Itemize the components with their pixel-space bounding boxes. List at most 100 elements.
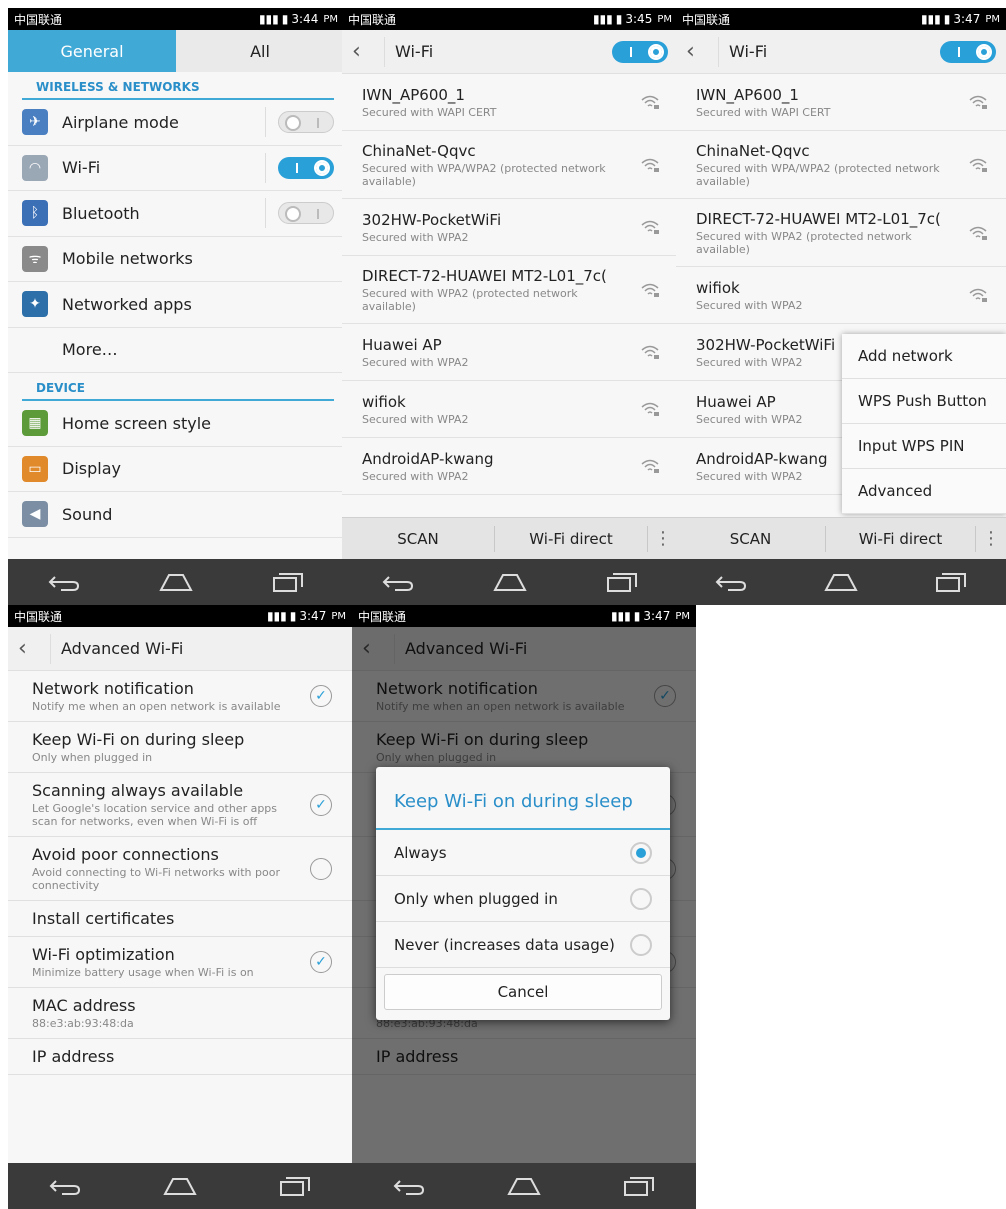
setting-title: Avoid poor connections bbox=[32, 845, 219, 864]
menu-item-wps-push[interactable]: WPS Push Button bbox=[842, 379, 1006, 424]
toggle-switch[interactable] bbox=[278, 202, 334, 225]
scan-button[interactable]: SCAN bbox=[676, 530, 825, 548]
radio-button[interactable] bbox=[630, 933, 652, 956]
recents-nav-icon[interactable] bbox=[934, 571, 968, 593]
nav-bar bbox=[342, 559, 678, 605]
settings-row[interactable]: More… bbox=[8, 328, 344, 373]
scan-button[interactable]: SCAN bbox=[342, 530, 494, 548]
settings-row[interactable]: ᯤ Mobile networks bbox=[8, 237, 344, 282]
checkmark-icon[interactable]: ✓ bbox=[310, 793, 332, 816]
wifi-direct-button[interactable]: Wi-Fi direct bbox=[826, 530, 975, 548]
wifi-network-row[interactable]: AndroidAP-kwang Secured with WPA2 bbox=[342, 438, 678, 495]
wifi-direct-button[interactable]: Wi-Fi direct bbox=[495, 530, 647, 548]
settings-row[interactable]: ▭ Display bbox=[8, 447, 344, 492]
radio-button[interactable] bbox=[630, 887, 652, 910]
back-arrow-icon[interactable]: ‹ bbox=[352, 39, 374, 64]
recents-nav-icon[interactable] bbox=[605, 571, 639, 593]
network-security: Secured with WPA2 (protected network ava… bbox=[696, 229, 912, 256]
settings-row[interactable]: ◠ Wi-Fi bbox=[8, 146, 344, 191]
tab-all[interactable]: All bbox=[176, 30, 344, 72]
cancel-button[interactable]: Cancel bbox=[384, 974, 662, 1010]
back-nav-icon[interactable] bbox=[392, 1175, 426, 1197]
bluetooth-icon: ᛒ bbox=[22, 200, 48, 227]
back-nav-icon[interactable] bbox=[381, 571, 415, 593]
wifi-network-row[interactable]: DIRECT-72-HUAWEI MT2-L01_7c(Secured with… bbox=[676, 199, 1006, 267]
advanced-setting-row[interactable]: Wi-Fi optimization Minimize battery usage… bbox=[8, 937, 352, 988]
back-nav-icon[interactable] bbox=[714, 571, 748, 593]
wifi-network-row[interactable]: wifiok Secured with WPA2 bbox=[342, 381, 678, 438]
page-title: Wi-Fi bbox=[395, 42, 434, 61]
toggle-switch[interactable] bbox=[278, 156, 334, 179]
wifi-network-row[interactable]: 302HW-PocketWiFi Secured with WPA2 bbox=[342, 199, 678, 256]
wifi-signal-locked-icon bbox=[968, 157, 988, 173]
section-wireless-header: WIRELESS & NETWORKS bbox=[22, 72, 334, 100]
wifi-toggle[interactable] bbox=[612, 40, 668, 63]
apps-icon: ✦ bbox=[22, 291, 48, 318]
dialog-option[interactable]: Never (increases data usage) bbox=[376, 922, 670, 968]
back-nav-icon[interactable] bbox=[48, 1175, 82, 1197]
advanced-setting-row[interactable]: Network notification Notify me when an op… bbox=[8, 671, 352, 722]
checkmark-icon[interactable]: ✓ bbox=[310, 951, 332, 973]
menu-item-advanced[interactable]: Advanced bbox=[842, 469, 1006, 514]
settings-row[interactable]: ▦ Home screen style bbox=[8, 401, 344, 447]
setting-title: Keep Wi-Fi on during sleep bbox=[32, 730, 245, 749]
wifi-icon: ◠ bbox=[22, 154, 48, 181]
overflow-menu-icon[interactable]: ⋮ bbox=[976, 528, 1006, 549]
checkmark-icon[interactable]: ✓ bbox=[310, 685, 332, 707]
network-security: Secured with WPA2 (protected network ava… bbox=[362, 286, 578, 313]
setting-title: MAC address bbox=[32, 996, 136, 1015]
wifi-network-row[interactable]: ChinaNet-Qqvc Secured with WPA/WPA2 (prot… bbox=[342, 131, 678, 199]
wifi-network-row[interactable]: wifiok Secured with WPA2 bbox=[676, 267, 1006, 324]
settings-row[interactable]: ✦ Networked apps bbox=[8, 282, 344, 328]
wifi-network-row[interactable]: DIRECT-72-HUAWEI MT2-L01_7c(Secured with… bbox=[342, 256, 678, 324]
wifi-network-row[interactable]: IWN_AP600_1 Secured with WAPI CERT bbox=[342, 74, 678, 131]
section-device-header: DEVICE bbox=[22, 373, 334, 401]
signal-icon: ▮▮▮ bbox=[258, 12, 279, 26]
recents-nav-icon[interactable] bbox=[622, 1175, 656, 1197]
home-nav-icon[interactable] bbox=[824, 571, 858, 593]
status-bar: 中国联通 ▮▮▮ ▮ 3:47 PM bbox=[352, 605, 696, 627]
dialog-option[interactable]: Always bbox=[376, 830, 670, 876]
advanced-setting-row[interactable]: MAC address 88:e3:ab:93:48:da bbox=[8, 988, 352, 1039]
settings-row[interactable]: ✈ Airplane mode bbox=[8, 100, 344, 146]
overflow-menu-icon[interactable]: ⋮ bbox=[648, 528, 678, 549]
wifi-signal-locked-icon bbox=[640, 94, 660, 110]
home-nav-icon[interactable] bbox=[159, 571, 193, 593]
wifi-network-row[interactable]: ChinaNet-Qqvc Secured with WPA/WPA2 (prot… bbox=[676, 131, 1006, 199]
wifi-network-row[interactable]: Huawei AP Secured with WPA2 bbox=[342, 324, 678, 381]
wifi-toggle[interactable] bbox=[940, 40, 996, 63]
advanced-setting-row[interactable]: Avoid poor connections Avoid connecting t… bbox=[8, 837, 352, 901]
back-arrow-icon[interactable]: ‹ bbox=[18, 636, 40, 661]
network-name: wifiok bbox=[696, 278, 740, 297]
network-name: IWN_AP600_1 bbox=[696, 85, 799, 104]
recents-nav-icon[interactable] bbox=[271, 571, 305, 593]
home-nav-icon[interactable] bbox=[493, 571, 527, 593]
home-style-icon: ▦ bbox=[22, 410, 48, 437]
settings-row[interactable]: ᛒ Bluetooth bbox=[8, 191, 344, 237]
toggle-switch[interactable] bbox=[278, 111, 334, 134]
settings-row-label: Mobile networks bbox=[62, 249, 193, 269]
advanced-setting-row[interactable]: Keep Wi-Fi on during sleep Only when plug… bbox=[8, 722, 352, 773]
back-nav-icon[interactable] bbox=[47, 571, 81, 593]
radio-button[interactable] bbox=[630, 841, 652, 864]
recents-nav-icon[interactable] bbox=[278, 1175, 312, 1197]
network-security: Secured with WAPI CERT bbox=[362, 105, 497, 119]
menu-item-wps-pin[interactable]: Input WPS PIN bbox=[842, 424, 1006, 469]
network-name: DIRECT-72-HUAWEI MT2-L01_7c( bbox=[362, 266, 607, 285]
carrier-label: 中国联通 bbox=[358, 609, 407, 624]
menu-item-add-network[interactable]: Add network bbox=[842, 334, 1006, 379]
clock: 3:47 bbox=[953, 12, 981, 26]
dialog-option[interactable]: Only when plugged in bbox=[376, 876, 670, 922]
home-nav-icon[interactable] bbox=[507, 1175, 541, 1197]
checkbox-empty-icon[interactable] bbox=[310, 857, 332, 880]
status-bar: 中国联通 ▮▮▮ ▮ 3:45 PM bbox=[342, 8, 678, 30]
home-nav-icon[interactable] bbox=[163, 1175, 197, 1197]
wifi-network-row[interactable]: IWN_AP600_1 Secured with WAPI CERT bbox=[676, 74, 1006, 131]
advanced-setting-row[interactable]: IP address bbox=[8, 1039, 352, 1075]
advanced-setting-row[interactable]: Scanning always available Let Google's lo… bbox=[8, 773, 352, 837]
tab-general[interactable]: General bbox=[8, 30, 176, 72]
airplane-icon: ✈ bbox=[22, 109, 48, 136]
settings-row[interactable]: ◀ Sound bbox=[8, 492, 344, 538]
advanced-setting-row[interactable]: Install certificates bbox=[8, 901, 352, 937]
back-arrow-icon[interactable]: ‹ bbox=[686, 39, 708, 64]
